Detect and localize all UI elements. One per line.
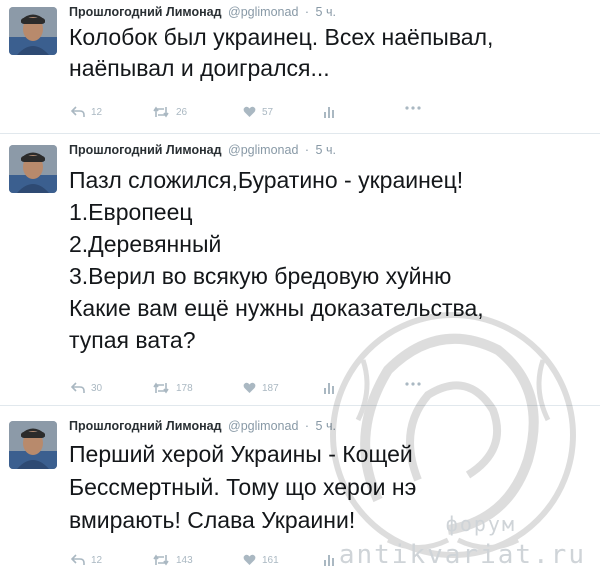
tweet-header: Прошлогодний Лимонад @pglimonad · 5 ч. xyxy=(69,5,336,20)
heart-icon xyxy=(243,382,256,393)
author-name[interactable]: Прошлогодний Лимонад xyxy=(69,419,222,433)
reply-count: 12 xyxy=(91,106,103,118)
reply-icon xyxy=(71,382,85,393)
retweet-count: 26 xyxy=(176,106,188,118)
timestamp[interactable]: 5 ч. xyxy=(316,5,336,19)
tweet-text: Колобок был украинец. Всех наёпывал, наё… xyxy=(69,22,594,84)
avatar[interactable] xyxy=(9,7,57,55)
like-button[interactable]: 57 xyxy=(243,106,273,118)
separator: · xyxy=(304,5,310,19)
reply-icon xyxy=(71,106,85,117)
retweet-icon xyxy=(153,382,169,394)
analytics-icon xyxy=(324,107,334,118)
tweet-text-line: Пазл сложился,Буратино - украинец! xyxy=(69,167,464,193)
tweet-header: Прошлогодний Лимонад @pglimonad · 5 ч. xyxy=(69,419,336,434)
timestamp[interactable]: 5 ч. xyxy=(316,419,336,433)
like-button[interactable]: 187 xyxy=(243,382,279,394)
reply-count: 12 xyxy=(91,554,103,566)
tweet[interactable]: Прошлогодний Лимонад @pglimonad · 5 ч. К… xyxy=(0,0,600,134)
reply-button[interactable]: 12 xyxy=(71,554,102,566)
tweet-header: Прошлогодний Лимонад @pglimonad · 5 ч. xyxy=(69,143,336,158)
tweet-text-line: Перший херой Украины - Кощей xyxy=(69,441,413,467)
separator: · xyxy=(304,419,310,433)
analytics-button[interactable] xyxy=(324,382,334,394)
more-icon xyxy=(405,106,421,110)
reply-icon xyxy=(71,554,85,565)
like-button[interactable]: 161 xyxy=(243,554,279,566)
more-button[interactable] xyxy=(405,106,421,110)
watermark-text: antikvariat.ru xyxy=(338,540,586,570)
tweet-text-line: тупая вата? xyxy=(69,327,196,353)
like-count: 187 xyxy=(262,382,279,394)
analytics-button[interactable] xyxy=(324,106,334,118)
analytics-button[interactable] xyxy=(324,554,334,566)
author-handle[interactable]: @pglimonad xyxy=(228,143,298,157)
separator: · xyxy=(304,143,310,157)
retweet-button[interactable]: 143 xyxy=(152,554,193,566)
retweet-button[interactable]: 26 xyxy=(152,106,187,118)
author-handle[interactable]: @pglimonad xyxy=(228,5,298,19)
reply-count: 30 xyxy=(91,382,103,394)
tweet-text-line: наёпывал и доигрался... xyxy=(69,55,330,81)
reply-button[interactable]: 12 xyxy=(71,106,102,118)
tweet-text: Пазл сложился,Буратино - украинец! 1.Евр… xyxy=(69,164,594,356)
tweet-text-line: Какие вам ещё нужны доказательства, xyxy=(69,295,484,321)
heart-icon xyxy=(243,106,256,117)
like-count: 161 xyxy=(262,554,279,566)
more-button[interactable] xyxy=(405,382,421,386)
tweet-text-line: Бессмертный. Тому що херои нэ xyxy=(69,474,417,500)
retweet-button[interactable]: 178 xyxy=(152,382,193,394)
author-name[interactable]: Прошлогодний Лимонад xyxy=(69,5,222,19)
reply-button[interactable]: 30 xyxy=(71,382,102,394)
author-handle[interactable]: @pglimonad xyxy=(228,419,298,433)
analytics-icon xyxy=(324,555,334,566)
tweet[interactable]: Прошлогодний Лимонад @pglimonad · 5 ч. П… xyxy=(0,138,600,406)
analytics-icon xyxy=(324,383,334,394)
like-count: 57 xyxy=(262,106,274,118)
tweet-text-line: 2.Деревянный xyxy=(69,231,222,257)
avatar[interactable] xyxy=(9,421,57,469)
avatar[interactable] xyxy=(9,145,57,193)
retweet-icon xyxy=(153,554,169,566)
retweet-count: 178 xyxy=(176,382,193,394)
timestamp[interactable]: 5 ч. xyxy=(316,143,336,157)
tweet-text-line: 3.Верил во всякую бредовую хуйню xyxy=(69,263,452,289)
tweet-text-line: 1.Европеец xyxy=(69,199,193,225)
retweet-count: 143 xyxy=(176,554,193,566)
tweet-text-line: Колобок был украинец. Всех наёпывал, xyxy=(69,24,494,50)
heart-icon xyxy=(243,554,256,565)
tweet-feed: Прошлогодний Лимонад @pglimonad · 5 ч. К… xyxy=(0,0,600,576)
watermark-text: форум xyxy=(445,512,516,536)
retweet-icon xyxy=(153,106,169,118)
author-name[interactable]: Прошлогодний Лимонад xyxy=(69,143,222,157)
more-icon xyxy=(405,382,421,386)
